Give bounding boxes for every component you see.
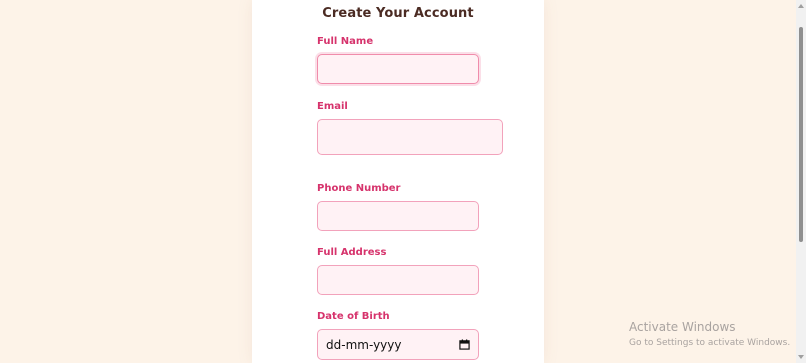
- phone-input[interactable]: [317, 201, 479, 231]
- form-title: Create Your Account: [322, 6, 474, 21]
- scroll-up-icon[interactable]: [798, 4, 804, 8]
- watermark-subtitle: Go to Settings to activate Windows.: [629, 338, 791, 348]
- signup-card: Create Your Account Full Name Email Phon…: [252, 0, 544, 363]
- full-name-label: Full Name: [317, 36, 374, 47]
- activate-windows-watermark: Activate Windows Go to Settings to activ…: [629, 319, 790, 350]
- scroll-down-icon[interactable]: [798, 355, 804, 359]
- address-input[interactable]: [317, 265, 479, 295]
- dob-placeholder: dd-mm-yyyy: [326, 337, 402, 352]
- email-input[interactable]: [317, 119, 503, 155]
- dob-label: Date of Birth: [317, 311, 390, 322]
- scrollbar-thumb[interactable]: [799, 27, 803, 242]
- vertical-scrollbar[interactable]: [796, 0, 806, 363]
- calendar-icon[interactable]: [459, 339, 470, 350]
- email-label: Email: [317, 101, 348, 112]
- full-name-input[interactable]: [317, 54, 479, 84]
- dob-input[interactable]: dd-mm-yyyy: [317, 329, 479, 360]
- address-label: Full Address: [317, 247, 387, 258]
- watermark-title: Activate Windows: [629, 320, 736, 334]
- phone-label: Phone Number: [317, 183, 401, 194]
